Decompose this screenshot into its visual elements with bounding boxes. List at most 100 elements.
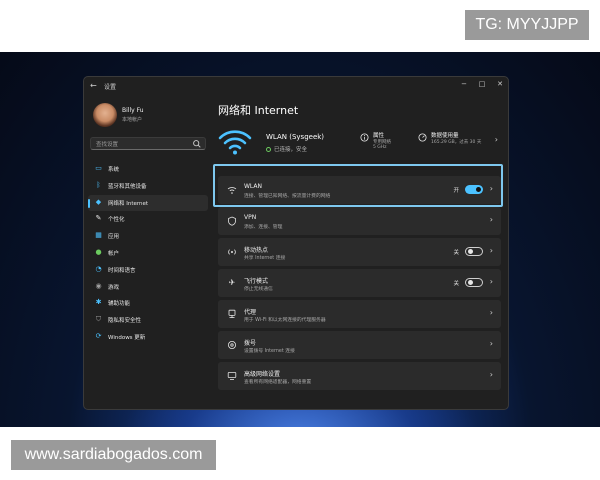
sidebar-item-gaming[interactable]: ◉ 游戏 xyxy=(88,279,208,296)
user-account-type: 本地帐户 xyxy=(122,117,143,123)
properties-title: 属性 xyxy=(373,133,385,139)
sidebar-nav: ▭ 系统 ᛒ 蓝牙和其他设备 ◆ 网络和 Internet ✎ 个性化 ▦ 应用… xyxy=(88,161,208,346)
dialup-icon xyxy=(228,341,236,349)
mobile-hotspot-toggle[interactable] xyxy=(465,247,483,256)
hotspot-icon xyxy=(228,249,236,255)
airplane-mode-toggle[interactable] xyxy=(465,278,483,287)
network-status-card: WLAN (Sysgeek) 已连接，安全 属性 专用网络 5 GHz 数据使用… xyxy=(216,127,502,161)
sidebar-item-bluetooth[interactable]: ᛒ 蓝牙和其他设备 xyxy=(88,178,208,195)
data-usage-title: 数据使用量 xyxy=(431,133,459,139)
maximize-button[interactable]: □ xyxy=(476,80,488,88)
sidebar-item-system[interactable]: ▭ 系统 xyxy=(88,161,208,178)
row-title: 飞行模式 xyxy=(244,278,269,285)
search-placeholder: 查找设置 xyxy=(96,142,119,148)
monitor-icon: ▭ xyxy=(95,164,102,172)
chevron-right-icon: › xyxy=(489,246,493,255)
network-name: WLAN (Sysgeek) xyxy=(266,133,325,141)
toggle-knob xyxy=(468,249,473,254)
sidebar: Billy Fu 本地帐户 查找设置 ▭ 系统 ᛒ 蓝牙和其他设备 ◆ 网络和 … xyxy=(84,97,212,409)
sidebar-item-label: 应用 xyxy=(108,234,120,241)
settings-window: ← 设置 − □ ✕ Billy Fu 本地帐户 查找设置 ▭ 系统 ᛒ 蓝牙和… xyxy=(83,76,509,410)
globe-clock-icon: ◔ xyxy=(95,264,102,273)
gamepad-icon: ◉ xyxy=(95,281,102,290)
mobile-hotspot-row[interactable]: 移动热点 共享 Internet 连接 关 › xyxy=(218,238,501,266)
sidebar-item-privacy[interactable]: ⛉ 隐私和安全性 xyxy=(88,312,208,329)
info-icon xyxy=(360,133,369,142)
sidebar-item-label: 隐私和安全性 xyxy=(108,318,142,325)
row-title: 移动热点 xyxy=(244,247,269,254)
airplane-mode-row[interactable]: ✈ 飞行模式 停止无线通信 关 › xyxy=(218,269,501,297)
network-icon: ◆ xyxy=(95,197,102,206)
sidebar-item-apps[interactable]: ▦ 应用 xyxy=(88,228,208,245)
proxy-row[interactable]: 代理 用于 Wi-Fi 和以太网连接的代理服务器 › xyxy=(218,300,501,328)
sidebar-item-label: 个性化 xyxy=(108,217,125,224)
row-subtitle: 添加、连接、管理 xyxy=(244,225,283,230)
sidebar-item-label: 游戏 xyxy=(108,284,120,291)
row-subtitle: 停止无线通信 xyxy=(244,287,273,292)
shield-outline-icon xyxy=(228,216,236,226)
chevron-right-icon: › xyxy=(489,215,493,224)
accessibility-icon: ✱ xyxy=(95,298,102,307)
watermark-bottom: www.sardiabogados.com xyxy=(11,440,216,470)
row-title: 代理 xyxy=(244,309,257,316)
person-icon: ● xyxy=(95,247,102,256)
window-title: 设置 xyxy=(104,84,117,91)
bluetooth-icon: ᛒ xyxy=(96,180,101,189)
network-status: 已连接，安全 xyxy=(266,145,307,153)
row-subtitle: 用于 Wi-Fi 和以太网连接的代理服务器 xyxy=(244,318,326,323)
main-content: 网络和 Internet WLAN (Sysgeek) 已连接，安全 属性 专用… xyxy=(212,97,508,409)
chevron-right-icon: › xyxy=(489,370,493,379)
airplane-icon: ✈ xyxy=(228,278,236,287)
chevron-right-icon: › xyxy=(489,339,493,348)
avatar[interactable] xyxy=(93,103,117,127)
proxy-icon xyxy=(228,309,236,319)
apps-icon: ▦ xyxy=(95,231,102,240)
advanced-network-settings-row[interactable]: 高级网络设置 查看所有网络适配器，网络重置 › xyxy=(218,362,501,390)
sidebar-item-personalization[interactable]: ✎ 个性化 xyxy=(88,211,208,228)
sidebar-item-label: 帐户 xyxy=(108,250,120,257)
dialup-row[interactable]: 拨号 设置拨号 Internet 连接 › xyxy=(218,331,501,359)
wifi-large-icon xyxy=(218,130,252,155)
page: TG: MYYJJPP ← 设置 − □ ✕ Billy Fu 本地帐户 查找设… xyxy=(0,0,600,480)
search-input[interactable]: 查找设置 xyxy=(90,137,206,150)
minimize-button[interactable]: − xyxy=(458,80,470,88)
toggle-state-label: 关 xyxy=(453,281,459,287)
row-title: VPN xyxy=(244,214,257,221)
row-subtitle: 查看所有网络适配器，网络重置 xyxy=(244,380,312,385)
chevron-right-icon: › xyxy=(489,308,493,317)
sidebar-item-label: 辅助功能 xyxy=(108,301,131,308)
connected-icon xyxy=(266,147,271,152)
row-title: 拨号 xyxy=(244,340,257,347)
user-name: Billy Fu xyxy=(122,107,144,114)
search-icon xyxy=(193,140,201,148)
sidebar-item-time-language[interactable]: ◔ 时间和语言 xyxy=(88,262,208,279)
wlan-highlight-box xyxy=(213,164,503,207)
sidebar-item-label: 系统 xyxy=(108,167,120,173)
row-title: 高级网络设置 xyxy=(244,371,281,378)
title-bar: ← 设置 − □ ✕ xyxy=(84,77,508,97)
advanced-network-icon xyxy=(227,372,237,380)
sidebar-item-windows-update[interactable]: ⟳ Windows 更新 xyxy=(88,329,208,346)
back-button[interactable]: ← xyxy=(90,81,97,90)
sidebar-item-label: 时间和语言 xyxy=(108,267,136,274)
watermark-top: TG: MYYJJPP xyxy=(465,10,589,40)
toggle-state-label: 关 xyxy=(453,250,459,256)
row-subtitle: 设置拨号 Internet 连接 xyxy=(244,349,295,354)
shield-icon: ⛉ xyxy=(95,315,102,324)
row-subtitle: 共享 Internet 连接 xyxy=(244,256,286,261)
sidebar-item-accounts[interactable]: ● 帐户 xyxy=(88,245,208,262)
sidebar-item-network[interactable]: ◆ 网络和 Internet xyxy=(88,194,208,212)
sidebar-item-label: 网络和 Internet xyxy=(108,200,149,207)
chevron-right-icon: › xyxy=(494,135,498,144)
vpn-row[interactable]: VPN 添加、连接、管理 › xyxy=(218,207,501,235)
sidebar-item-accessibility[interactable]: ✱ 辅助功能 xyxy=(88,295,208,312)
sidebar-item-label: 蓝牙和其他设备 xyxy=(108,183,147,190)
brush-icon: ✎ xyxy=(95,214,102,223)
network-status-text: 已连接，安全 xyxy=(274,147,308,153)
data-usage-icon xyxy=(418,133,427,142)
page-title: 网络和 Internet xyxy=(218,104,299,117)
chevron-right-icon: › xyxy=(489,277,493,286)
data-usage-value: 165.29 GB，过去 30 天 xyxy=(431,140,482,145)
close-button[interactable]: ✕ xyxy=(494,80,506,88)
update-icon: ⟳ xyxy=(95,331,102,340)
